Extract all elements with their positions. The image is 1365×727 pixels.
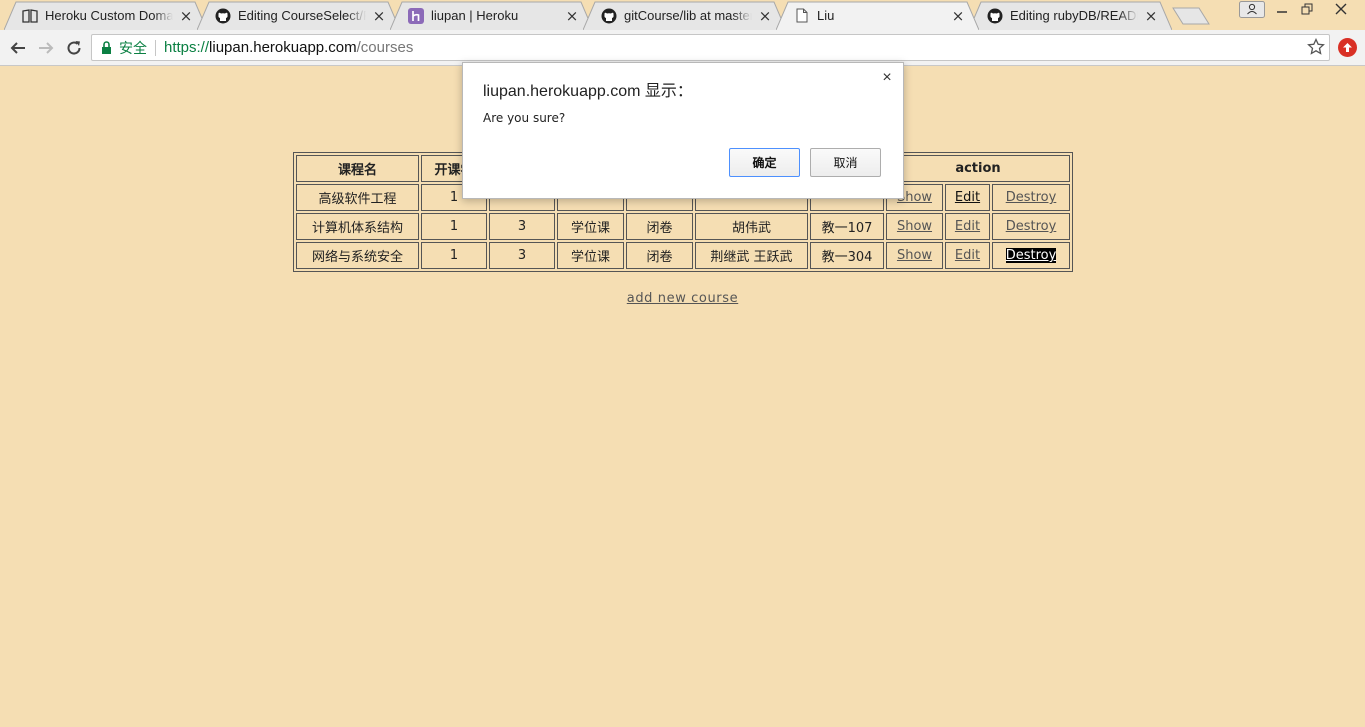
close-tab-icon[interactable]: ×	[1144, 8, 1158, 23]
back-arrow-icon	[10, 42, 25, 54]
tab-liupan-heroku[interactable]: liupan | Heroku ×	[390, 1, 593, 30]
tab-strip: Heroku Custom Domai × Editing CourseSele…	[0, 0, 1365, 30]
url-host: liupan.herokuapp.com	[209, 39, 357, 56]
tab-title: Editing CourseSelect/R	[238, 8, 366, 23]
edit-link[interactable]: Edit	[955, 219, 980, 234]
show-cell: Show	[886, 213, 943, 240]
edit-cell: Edit	[945, 213, 990, 240]
tab-heroku-custom-domain[interactable]: Heroku Custom Domai ×	[4, 1, 207, 30]
add-new-course-link[interactable]: add new course	[627, 291, 738, 306]
destroy-link[interactable]: Destroy	[1006, 190, 1057, 205]
close-tab-icon[interactable]: ×	[758, 8, 772, 23]
github-icon	[215, 8, 231, 24]
semester-cell: 1	[421, 242, 487, 269]
restore-icon[interactable]	[1293, 0, 1321, 18]
tab-title: gitCourse/lib at master	[624, 8, 752, 23]
dialog-title: liupan.herokuapp.com 显示：	[483, 83, 693, 100]
confirm-dialog: liupan.herokuapp.com 显示： × Are you sure?…	[462, 62, 904, 199]
destroy-cell: Destroy	[992, 242, 1070, 269]
close-tab-icon[interactable]: ×	[372, 8, 386, 23]
column-header-action: action	[886, 155, 1070, 182]
url-scheme: https://	[164, 39, 210, 56]
room-cell: 教一107	[810, 213, 884, 240]
course-name: 网络与系统安全	[296, 242, 419, 269]
tab-editing-rubydb[interactable]: Editing rubyDB/READM ×	[969, 1, 1172, 30]
teacher-cell: 荆继武 王跃武	[695, 242, 808, 269]
course-name: 高级软件工程	[296, 184, 419, 211]
github-icon	[601, 8, 617, 24]
forward-button[interactable]	[35, 37, 57, 59]
tab-title: Heroku Custom Domai	[45, 8, 173, 23]
show-cell: Show	[886, 242, 943, 269]
heroku-icon	[408, 7, 424, 24]
semester-cell: 1	[421, 213, 487, 240]
close-tab-icon[interactable]: ×	[565, 8, 579, 23]
url-path: /courses	[356, 39, 414, 56]
tab-gitcourse-lib[interactable]: gitCourse/lib at master ×	[583, 1, 786, 30]
column-header-course-name: 课程名	[296, 155, 419, 182]
edit-link[interactable]: Edit	[955, 248, 980, 263]
tab-liu-active[interactable]: Liu ×	[776, 1, 979, 30]
confirm-cancel-button[interactable]: 取消	[810, 148, 881, 177]
course-type-cell: 学位课	[557, 242, 624, 269]
add-course-container: add new course	[0, 291, 1365, 306]
edit-cell: Edit	[945, 242, 990, 269]
back-button[interactable]	[7, 37, 29, 59]
new-tab-button[interactable]	[1172, 7, 1210, 25]
lock-icon[interactable]	[101, 41, 113, 55]
table-row: 计算机体系结构 1 3 学位课 闭卷 胡伟武 教一107 Show Edit D…	[296, 213, 1070, 240]
book-icon	[22, 8, 38, 24]
tab-title: Liu	[817, 8, 835, 23]
destroy-cell: Destroy	[992, 213, 1070, 240]
edit-link[interactable]: Edit	[955, 190, 980, 205]
table-row: 网络与系统安全 1 3 学位课 闭卷 荆继武 王跃武 教一304 Show Ed…	[296, 242, 1070, 269]
exam-cell: 闭卷	[626, 242, 693, 269]
destroy-cell: Destroy	[992, 184, 1070, 211]
dialog-message: Are you sure?	[483, 111, 566, 125]
divider	[155, 39, 156, 56]
tab-title: liupan | Heroku	[431, 8, 519, 23]
github-icon	[987, 8, 1003, 24]
close-tab-icon[interactable]: ×	[179, 8, 193, 23]
bookmark-star-icon[interactable]	[1307, 38, 1325, 56]
minimize-icon[interactable]	[1268, 0, 1296, 18]
reload-icon	[67, 41, 81, 55]
confirm-ok-button[interactable]: 确定	[729, 148, 800, 177]
address-bar[interactable]: 安全 https://liupan.herokuapp.com/courses	[91, 34, 1330, 61]
user-profile-icon[interactable]	[1238, 0, 1266, 18]
teacher-cell: 胡伟武	[695, 213, 808, 240]
show-link[interactable]: Show	[897, 219, 932, 234]
credit-cell: 3	[489, 242, 555, 269]
destroy-link[interactable]: Destroy	[1006, 219, 1057, 234]
tab-title: Editing rubyDB/READM	[1010, 8, 1138, 23]
close-window-icon[interactable]	[1327, 0, 1355, 18]
show-link[interactable]: Show	[897, 248, 932, 263]
forward-arrow-icon	[39, 42, 54, 54]
reload-button[interactable]	[63, 37, 85, 59]
credit-cell: 3	[489, 213, 555, 240]
exam-cell: 闭卷	[626, 213, 693, 240]
course-name: 计算机体系结构	[296, 213, 419, 240]
secure-label[interactable]: 安全	[119, 38, 147, 58]
tab-editing-courseselect[interactable]: Editing CourseSelect/R ×	[197, 1, 400, 30]
extension-icon[interactable]	[1338, 38, 1357, 57]
destroy-link-focused[interactable]: Destroy	[1005, 248, 1057, 263]
room-cell: 教一304	[810, 242, 884, 269]
browser-toolbar: 安全 https://liupan.herokuapp.com/courses	[0, 30, 1365, 66]
edit-cell: Edit	[945, 184, 990, 211]
close-tab-icon[interactable]: ×	[951, 8, 965, 23]
dialog-close-icon[interactable]: ×	[879, 69, 895, 87]
page-icon	[794, 8, 810, 24]
course-type-cell: 学位课	[557, 213, 624, 240]
